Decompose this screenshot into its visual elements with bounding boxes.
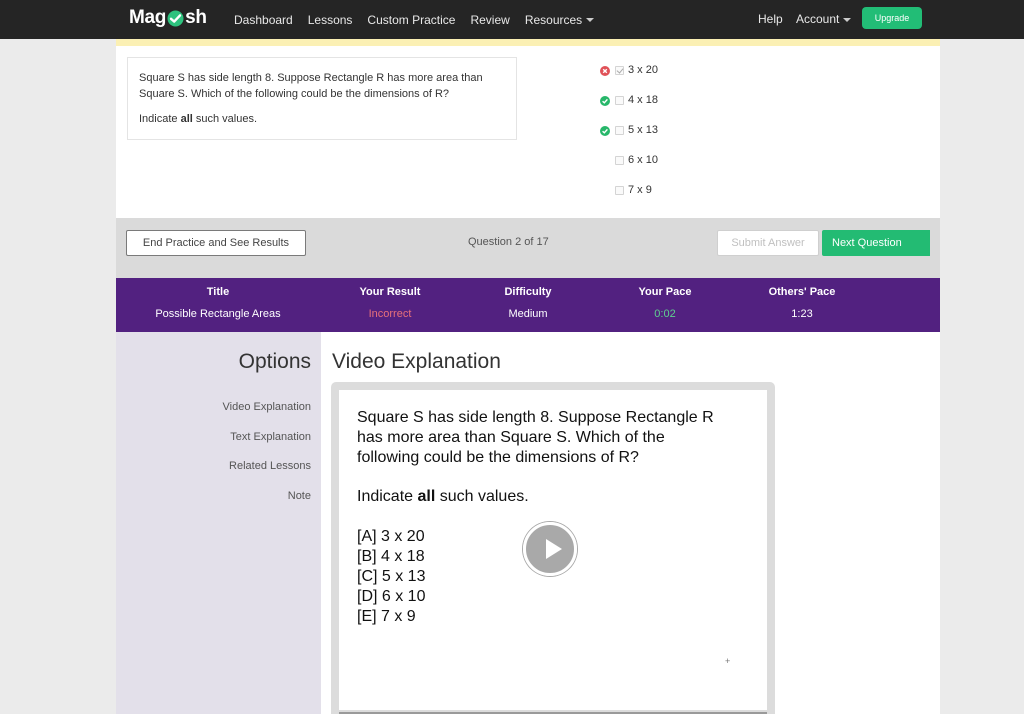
explanation-panel: Video Explanation Square S has side leng…: [321, 332, 940, 714]
result-col-your-pace: Your Pace 0:02: [615, 286, 715, 320]
chevron-down-icon: [586, 18, 595, 23]
result-value: Medium: [508, 308, 548, 320]
result-header: Your Result: [359, 286, 421, 298]
answer-label: 7 x 9: [628, 184, 652, 196]
option-video-explanation[interactable]: Video Explanation: [223, 401, 311, 413]
video-line: following could be the dimensions of R?: [357, 449, 639, 466]
upgrade-button[interactable]: Upgrade: [862, 7, 922, 29]
video-instruction: Indicate all such values.: [357, 487, 529, 507]
question-stem: Square S has side length 8. Suppose Rect…: [127, 57, 517, 140]
video-instruction-post: such values.: [435, 488, 529, 505]
video-answer: [A] 3 x 20: [357, 528, 425, 545]
result-header: Your Pace: [638, 286, 692, 298]
option-related-lessons[interactable]: Related Lessons: [229, 460, 311, 472]
correct-check-icon: [600, 126, 610, 136]
submit-answer-button[interactable]: Submit Answer: [717, 230, 819, 256]
answer-checkbox[interactable]: [615, 126, 624, 135]
nav-resources-label: Resources: [524, 12, 583, 27]
instruction-post: such values.: [192, 113, 258, 125]
answer-checkbox[interactable]: [615, 186, 624, 195]
question-text: Square S has side length 8. Suppose Rect…: [139, 72, 483, 100]
option-text-explanation[interactable]: Text Explanation: [230, 431, 311, 443]
video-answer: [B] 4 x 18: [357, 548, 425, 565]
result-header: Difficulty: [504, 286, 552, 298]
result-col-title: Title Possible Rectangle Areas: [143, 286, 293, 320]
nav-dashboard[interactable]: Dashboard: [234, 13, 293, 27]
video-answer: [D] 6 x 10: [357, 588, 426, 605]
answer-checkbox[interactable]: [615, 66, 624, 75]
top-navbar: Mag sh Dashboard Lessons Custom Practice…: [0, 0, 1024, 39]
video-frame-content: Square S has side length 8. Suppose Rect…: [339, 390, 767, 710]
answer-label: 4 x 18: [628, 94, 658, 106]
result-col-others-pace: Others' Pace 1:23: [752, 286, 852, 320]
question-instruction: Indicate all such values.: [139, 111, 505, 127]
result-col-difficulty: Difficulty Medium: [478, 286, 578, 320]
question-area: Square S has side length 8. Suppose Rect…: [116, 46, 940, 218]
logo-text-right: sh: [185, 7, 207, 28]
result-header: Title: [206, 286, 230, 298]
nav-resources[interactable]: Resources: [524, 12, 595, 27]
answer-label: 5 x 13: [628, 124, 658, 136]
instruction-bold: all: [180, 113, 193, 125]
nav-custom-practice[interactable]: Custom Practice: [367, 13, 455, 27]
chevron-down-icon: [843, 17, 852, 22]
nav-help[interactable]: Help: [758, 12, 783, 26]
video-explanation-title: Video Explanation: [332, 350, 501, 373]
answer-checkbox[interactable]: [615, 156, 624, 165]
logo-text-left: Mag: [129, 7, 167, 28]
answer-label: 3 x 20: [628, 64, 658, 76]
results-summary: Title Possible Rectangle Areas Your Resu…: [116, 278, 940, 332]
result-value-pace: 0:02: [654, 308, 676, 320]
notice-strip: [116, 39, 940, 46]
question-counter: Question 2 of 17: [468, 236, 549, 248]
next-question-button[interactable]: Next Question: [822, 230, 930, 256]
main-nav: Dashboard Lessons Custom Practice Review…: [234, 0, 609, 39]
video-answer: [E] 7 x 9: [357, 608, 416, 625]
result-col-your-result: Your Result Incorrect: [340, 286, 440, 320]
video-instruction-bold: all: [417, 488, 436, 505]
correct-check-icon: [600, 96, 610, 106]
video-line: Square S has side length 8. Suppose Rect…: [357, 409, 714, 426]
incorrect-x-icon: [600, 66, 610, 76]
instruction-pre: Indicate: [139, 113, 181, 125]
result-value: Possible Rectangle Areas: [155, 308, 281, 320]
plus-icon: +: [725, 656, 731, 666]
options-title: Options: [238, 350, 311, 373]
answer-label: 6 x 10: [628, 154, 658, 166]
video-instruction-pre: Indicate: [357, 488, 418, 505]
result-value-incorrect: Incorrect: [368, 308, 412, 320]
answer-checkbox[interactable]: [615, 96, 624, 105]
play-icon[interactable]: [523, 522, 577, 576]
result-header: Others' Pace: [768, 286, 836, 298]
nav-account-label: Account: [796, 12, 840, 26]
next-arrow-icon: [918, 230, 929, 256]
magoosh-logo[interactable]: Mag sh: [129, 7, 207, 29]
options-sidebar: Options Video Explanation Text Explanati…: [116, 332, 321, 714]
nav-lessons[interactable]: Lessons: [308, 13, 353, 27]
video-player[interactable]: Square S has side length 8. Suppose Rect…: [331, 382, 775, 714]
end-practice-button[interactable]: End Practice and See Results: [126, 230, 306, 256]
result-value: 1:23: [791, 308, 813, 320]
nav-account[interactable]: Account: [796, 12, 852, 26]
logo-check-icon: [167, 10, 184, 26]
video-answer: [C] 5 x 13: [357, 568, 426, 585]
video-line: has more area than Square S. Which of th…: [357, 429, 665, 446]
option-note[interactable]: Note: [288, 490, 311, 502]
question-control-bar: End Practice and See Results Question 2 …: [116, 218, 940, 278]
nav-review[interactable]: Review: [470, 13, 509, 27]
